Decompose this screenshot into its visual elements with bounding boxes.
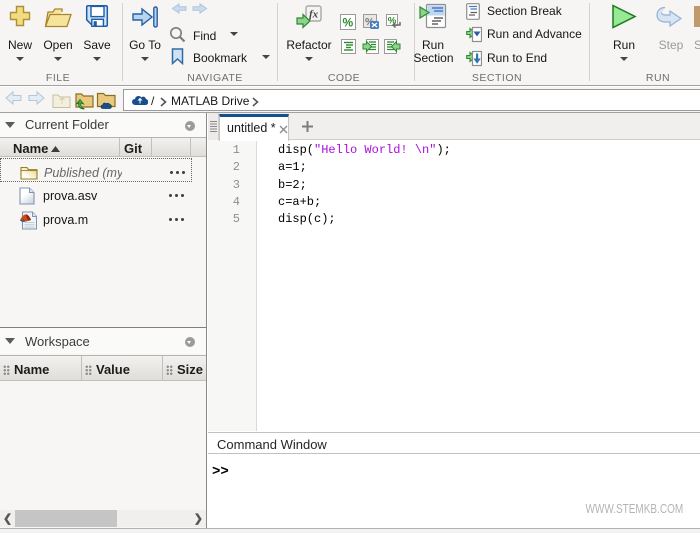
svg-text:fx: fx	[309, 9, 319, 21]
svg-text:%: %	[343, 16, 354, 30]
